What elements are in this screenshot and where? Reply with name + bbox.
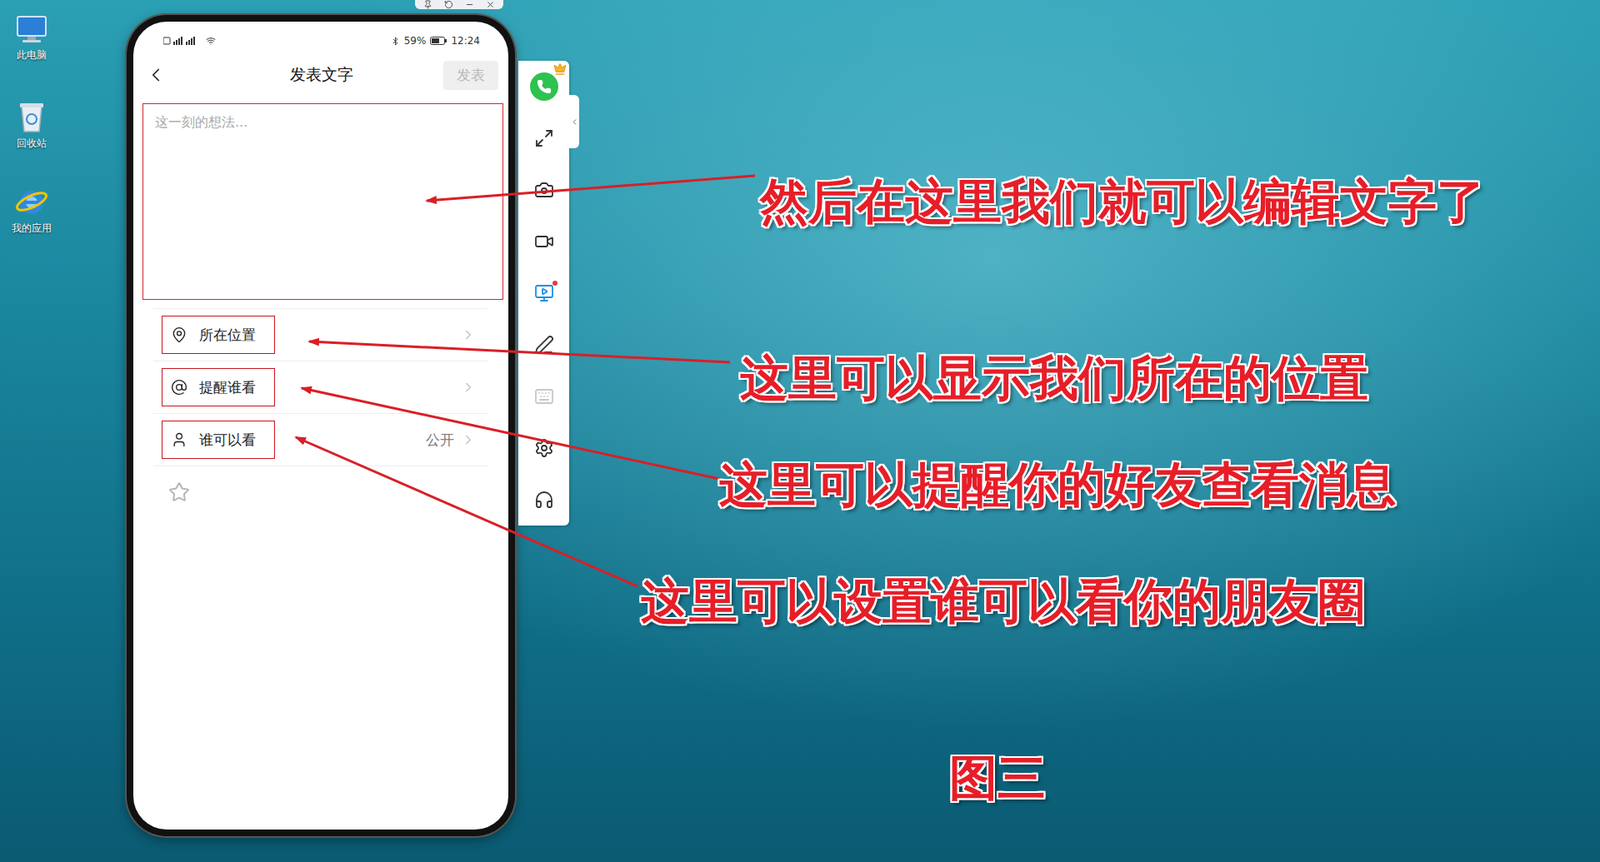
desktop-icon-label: 回收站 [16,136,47,151]
status-right: 59% 12:24 [390,35,480,47]
option-row[interactable]: 提醒谁看 [153,361,488,415]
toolbar-button[interactable] [518,319,570,371]
arrow-layer [0,0,1600,862]
close-icon[interactable] [485,0,495,10]
status-left [163,35,216,46]
wifi-icon [205,35,216,46]
option-label: 所在位置 [199,325,256,345]
phone-screen: 59% 12:24 发表文字发表这一刻的想法... 所在位置提醒谁看谁可以看 公开 [133,21,509,830]
fullscreen-icon [534,128,555,149]
toolbar-button[interactable] [518,215,570,268]
window-controls [415,0,504,10]
chevron-icon [460,327,476,343]
pen-icon [534,335,555,355]
chevron-icon [460,380,476,395]
notification-dot [552,280,558,286]
desktop-icons: 此电脑回收站我的应用 [5,6,59,259]
battery-level: 59% [404,35,427,47]
desktop: 此电脑回收站我的应用 59% 12:24 发表文字发表这一刻的想法... 所在位置提醒谁… [0,0,1600,862]
desktop-icon[interactable]: 回收站 [5,91,59,174]
side-toolbar [518,60,570,526]
option-list: 所在位置提醒谁看谁可以看 公开 [153,308,488,467]
toolbar-button[interactable] [518,474,570,526]
keyboard-icon [534,386,555,407]
video-icon [534,231,555,252]
minimize-icon[interactable] [465,0,475,10]
status-bar: 59% 12:24 [133,21,509,54]
computer-icon [15,15,49,45]
phone-mirror-window: 59% 12:24 发表文字发表这一刻的想法... 所在位置提醒谁看谁可以看 公开 [126,15,515,837]
desktop-icon-label: 此电脑 [16,48,47,63]
toolbar-button[interactable] [518,267,570,320]
toolbar-button[interactable] [518,164,570,216]
gear-icon [534,438,555,459]
clock: 12:24 [450,35,480,47]
annotation-text: 这里可以显示我们所在的位置 [740,350,1369,409]
rotate-icon[interactable] [444,0,454,10]
toolbar-button[interactable] [518,60,570,113]
option-label-box: 所在位置 [161,315,275,355]
collapse-icon [570,117,580,127]
at-icon [170,379,188,396]
star-row [133,466,509,507]
toolbar-button[interactable] [518,370,570,423]
chevron-icon [460,432,476,448]
headset-icon [534,490,555,510]
toolbar-button[interactable] [518,422,570,475]
option-row[interactable]: 谁可以看 公开 [153,414,488,467]
arrow [309,341,730,363]
arrow [301,388,720,480]
screen-cast-icon [534,283,555,304]
bluetooth-icon [390,36,400,46]
desktop-icon-label: 我的应用 [11,221,52,236]
battery-icon [430,36,447,45]
nav-bar: 发表文字发表 [133,53,509,97]
arrow [426,175,755,201]
option-label: 谁可以看 [199,430,256,450]
option-row[interactable]: 所在位置 [153,309,488,362]
collapse-tab[interactable] [569,95,580,149]
publish-button[interactable]: 发表 [443,60,499,90]
crown-icon [553,62,567,76]
location-icon [170,326,188,344]
toolbar-button[interactable] [518,112,570,165]
app-icon [530,72,559,101]
option-label-box: 提醒谁看 [161,368,275,407]
browser-icon [15,185,49,219]
text-editor[interactable]: 这一刻的想法... [142,103,504,300]
desktop-icon[interactable]: 此电脑 [5,6,59,89]
signal-icon [163,36,202,45]
option-label-box: 谁可以看 [161,420,275,460]
back-icon[interactable] [145,64,167,86]
desktop-icon[interactable]: 我的应用 [5,176,59,259]
person-icon [170,431,188,449]
arrow [295,437,638,587]
annotation-text: 这里可以设置谁可以看你的朋友圈 [640,573,1366,632]
option-label: 提醒谁看 [199,378,256,398]
editor-placeholder: 这一刻的想法... [155,114,248,130]
figure-label: 图三 [949,750,1046,809]
camera-icon [534,180,555,200]
recycle-bin-icon [16,100,47,134]
pin-icon[interactable] [423,0,433,10]
star-icon[interactable] [168,481,190,504]
option-value: 公开 [425,430,455,450]
page-title: 发表文字 [166,64,444,86]
annotation-text: 然后在这里我们就可以编辑文字了 [760,173,1485,232]
annotation-text: 这里可以提醒你的好友查看消息 [719,456,1396,515]
